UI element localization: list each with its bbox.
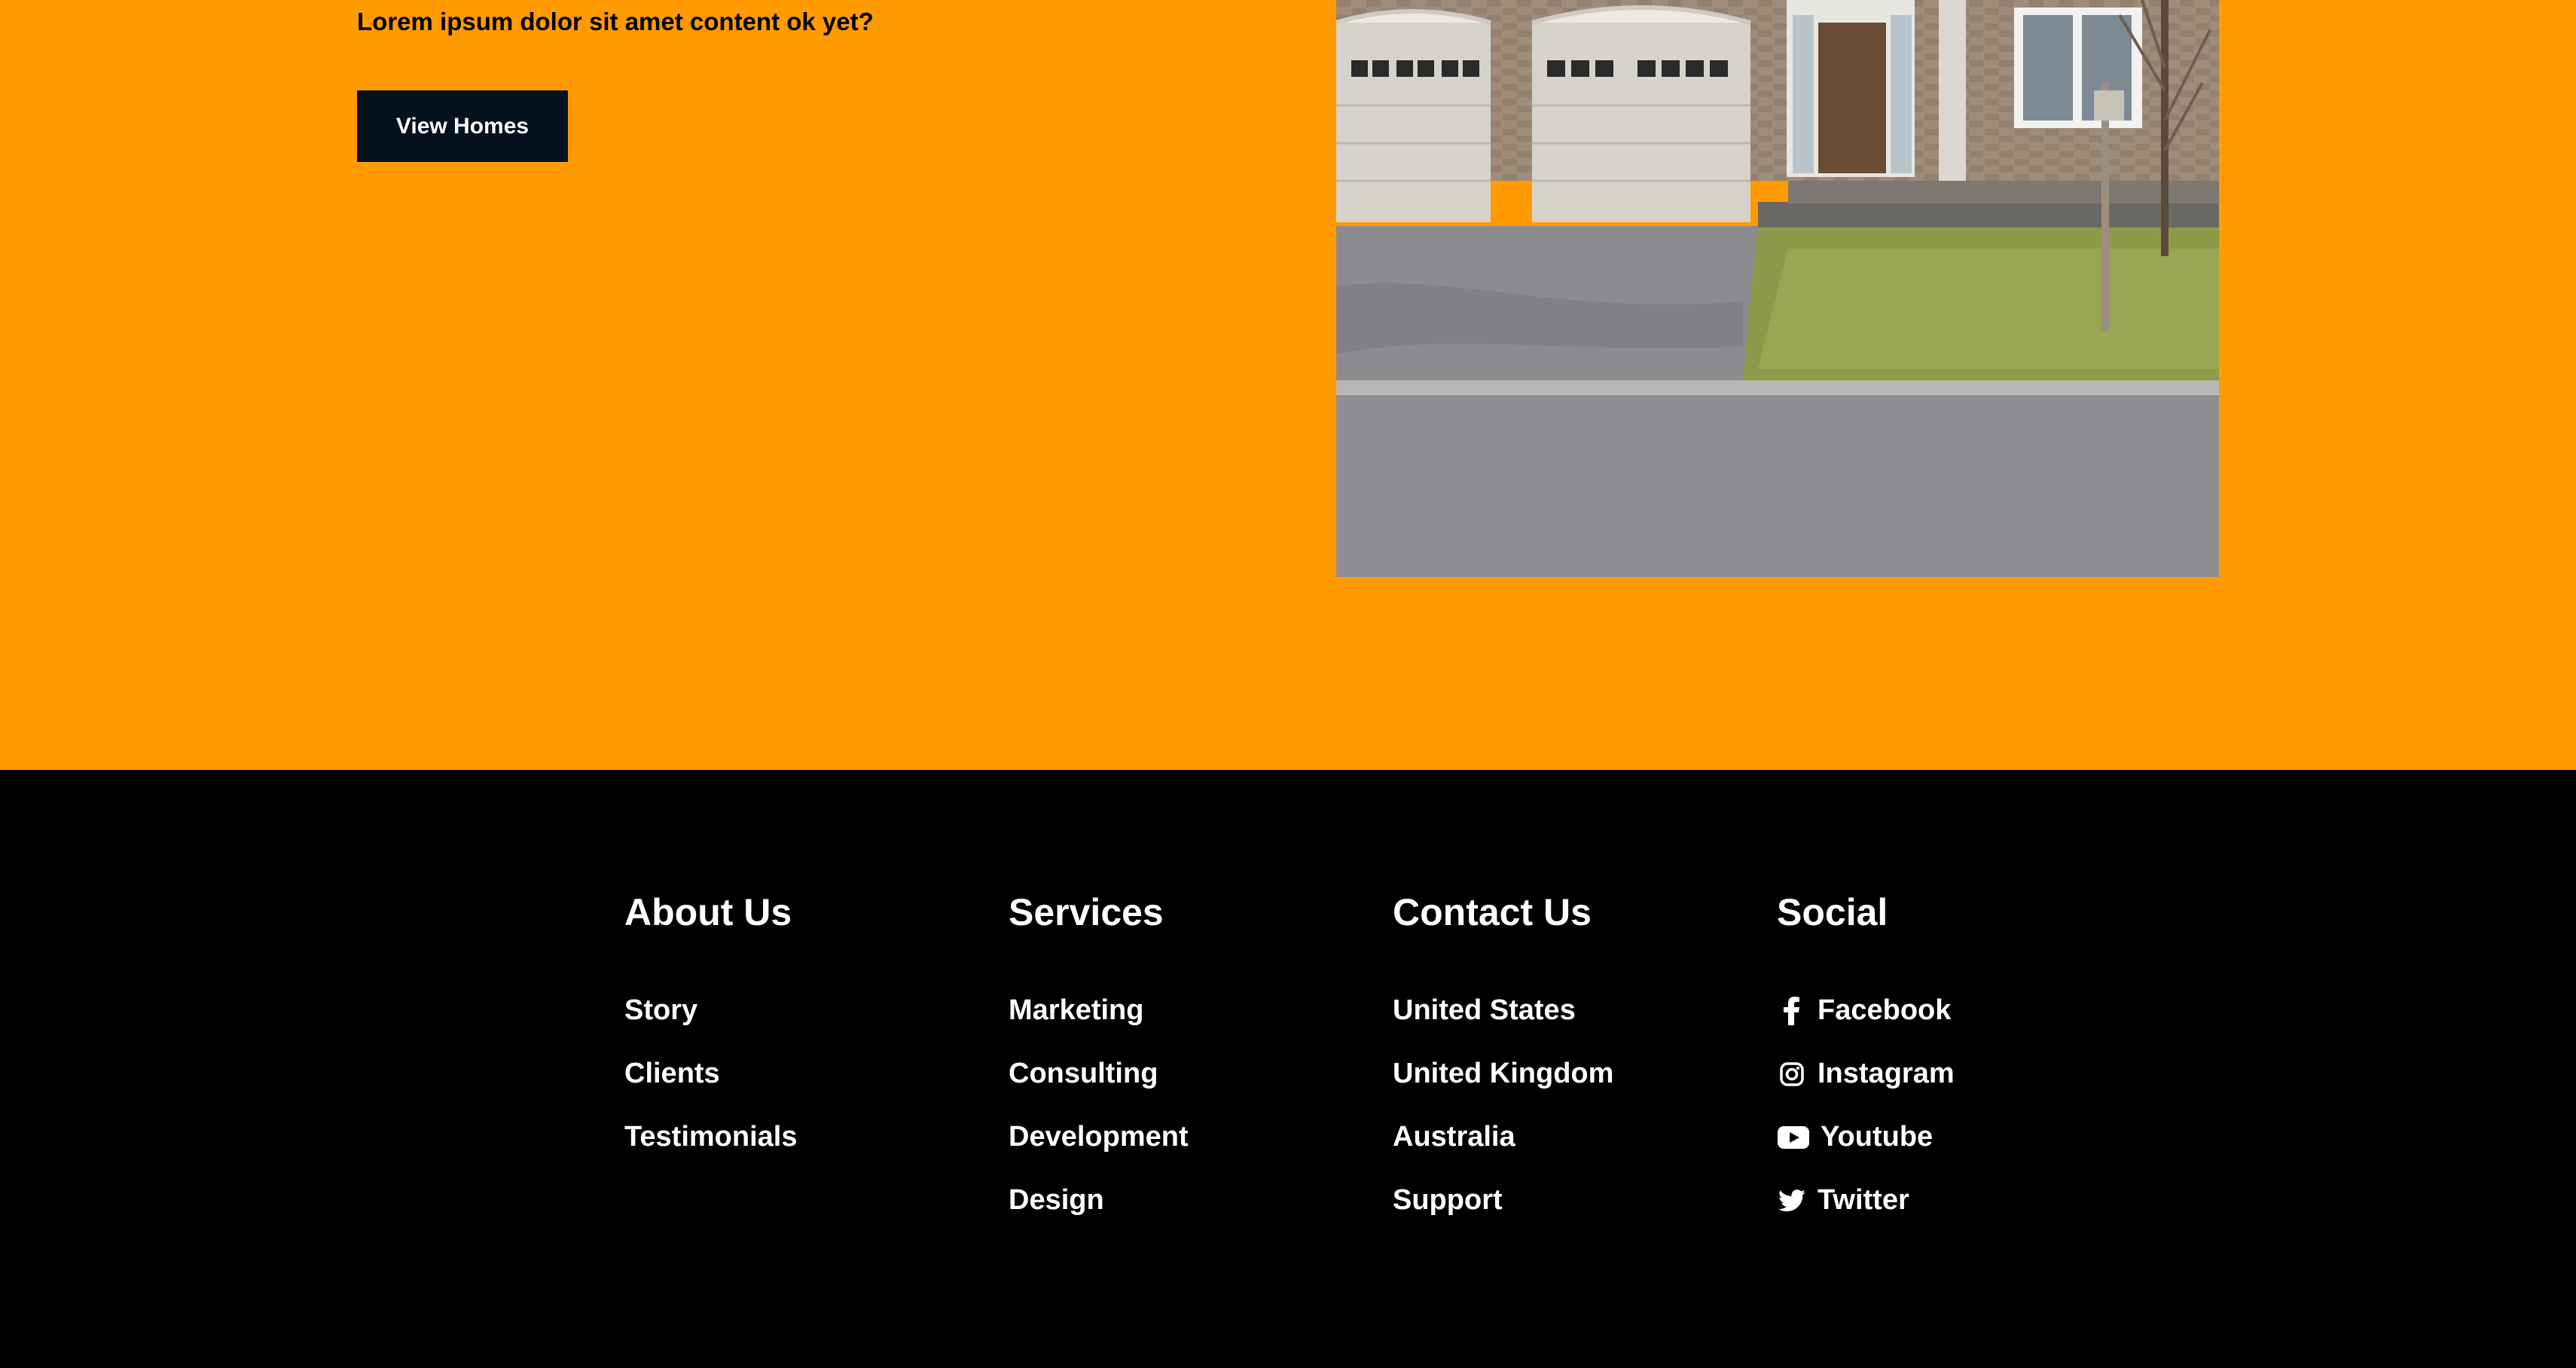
footer-link-united-kingdom[interactable]: United Kingdom — [1393, 1058, 1613, 1090]
house-photo — [1336, 0, 2219, 577]
footer-link-clients[interactable]: Clients — [624, 1058, 720, 1090]
youtube-icon — [1777, 1122, 1810, 1153]
footer-link-instagram[interactable]: Instagram — [1777, 1058, 1955, 1090]
footer-link-development[interactable]: Development — [1009, 1121, 1189, 1153]
facebook-icon — [1777, 996, 1807, 1026]
footer-link-support[interactable]: Support — [1393, 1184, 1503, 1217]
footer-link-testimonials[interactable]: Testimonials — [624, 1121, 797, 1153]
footer-heading-services: Services — [1009, 891, 1164, 933]
footer-link-facebook-label: Facebook — [1818, 994, 1952, 1026]
twitter-icon — [1777, 1186, 1807, 1216]
footer-link-united-states[interactable]: United States — [1393, 994, 1576, 1027]
footer-link-twitter[interactable]: Twitter — [1777, 1184, 1909, 1217]
footer-heading-contact: Contact Us — [1393, 891, 1592, 933]
footer-heading-about: About Us — [624, 891, 792, 933]
footer-heading-social: Social — [1777, 891, 1888, 933]
site-footer: About Us Story Clients Testimonials Serv… — [0, 770, 2576, 1368]
hero-tagline: Lorem ipsum dolor sit amet content ok ye… — [357, 8, 874, 35]
instagram-icon — [1777, 1059, 1807, 1089]
footer-link-twitter-label: Twitter — [1818, 1184, 1909, 1216]
footer-link-youtube-label: Youtube — [1821, 1121, 1934, 1153]
footer-link-australia[interactable]: Australia — [1393, 1121, 1515, 1153]
footer-link-instagram-label: Instagram — [1818, 1058, 1955, 1089]
footer-link-facebook[interactable]: Facebook — [1777, 994, 1951, 1027]
view-homes-button[interactable]: View Homes — [357, 90, 568, 162]
hero-section: Lorem ipsum dolor sit amet content ok ye… — [0, 0, 2576, 770]
footer-link-consulting[interactable]: Consulting — [1009, 1058, 1158, 1090]
footer-link-youtube[interactable]: Youtube — [1777, 1121, 1933, 1153]
footer-link-story[interactable]: Story — [624, 994, 697, 1027]
footer-link-marketing[interactable]: Marketing — [1009, 994, 1143, 1027]
footer-link-design[interactable]: Design — [1009, 1184, 1104, 1217]
